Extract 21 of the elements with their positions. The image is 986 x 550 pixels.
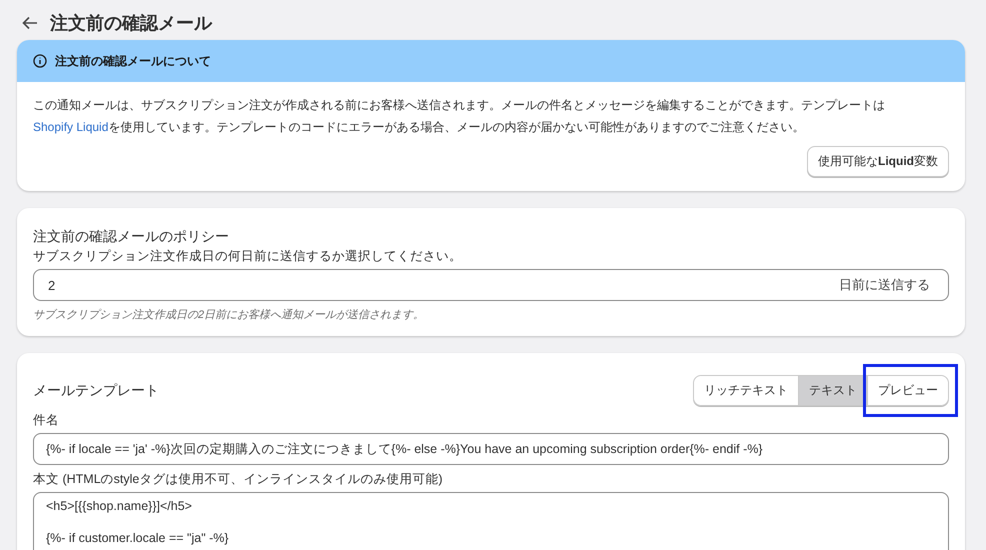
editor-mode-tab[interactable]: プレビュー — [867, 376, 948, 405]
info-icon — [33, 54, 47, 68]
body-text-area[interactable]: <h5>[{{shop.name}}]</h5> {%- if customer.locale == "ja" -%} — [33, 492, 949, 550]
field-label: 件名 — [33, 412, 60, 429]
description-text: この通知メールは、サブスクリプション注文が作成される前にお客様へ送信されます。メールの件名とメッセージを編集することができます。テンプレートは Shopify Liquidを使用しています。テンプレートのコードにエラーがある場合、メールの内容が届かない可能性がありますのでご注意ください。 — [33, 97, 886, 136]
help-text: サブスクリプション注文作成日の2日前にお客様へ通知メールが送信されます。 — [33, 308, 426, 322]
liquid-link[interactable]: Shopify Liquid — [33, 120, 108, 134]
back-arrow-icon[interactable] — [22, 16, 38, 30]
page-title: 注文前の確認メール — [50, 12, 212, 35]
editor-mode-tab[interactable]: テキスト — [798, 376, 867, 405]
field-label: サブスクリプション注文作成日の何日前に送信するか選択してください。 — [33, 248, 463, 265]
section-title: メールテンプレート — [33, 382, 159, 400]
code-line: <h5>[{{shop.name}}]</h5> — [46, 498, 192, 514]
field-label: 本文 (HTMLのstyleタグは使用不可、インラインスタイルのみ使用可能) — [33, 471, 444, 488]
banner-title: 注文前の確認メールについて — [55, 52, 211, 70]
section-title: 注文前の確認メールのポリシー — [33, 228, 230, 246]
code-line: {%- if customer.locale == "ja" -%} — [46, 530, 229, 546]
subject-input-field[interactable]: {%- if locale == 'ja' -%}次回の定期購入のご注文につきまして{%- else -%}You have an upcoming subscription order{%- endif -%} — [33, 433, 949, 465]
liquid-variables-button[interactable]: 使用可能なLiquid変数 — [807, 146, 949, 177]
days-input-field[interactable]: 2 日前に送信する — [33, 269, 949, 301]
field-suffix: 日前に送信する — [839, 276, 930, 294]
